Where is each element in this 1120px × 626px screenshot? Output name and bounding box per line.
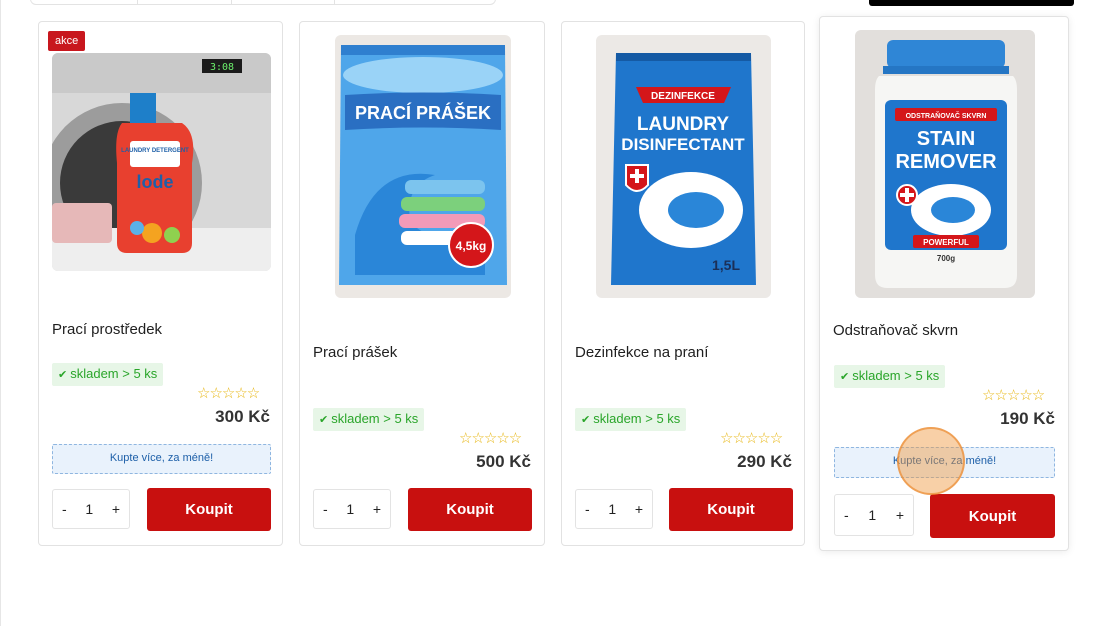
svg-text:1,5L: 1,5L <box>712 257 740 273</box>
product-card[interactable]: 3:08 LAUNDRY DETERGENT lode akce Prací p… <box>38 21 283 546</box>
qty-minus-button[interactable]: - <box>585 501 590 517</box>
product-title[interactable]: Dezinfekce na praní <box>575 344 708 361</box>
left-border <box>0 0 1 626</box>
svg-text:lode: lode <box>136 172 173 192</box>
product-card[interactable]: PRACÍ PRÁŠEK 4,5kg Prací prášek ✔ skladem… <box>299 21 545 546</box>
rating-stars[interactable]: ☆☆☆☆☆ <box>720 429 783 447</box>
sale-badge: akce <box>48 31 86 51</box>
svg-text:REMOVER: REMOVER <box>895 151 997 173</box>
stock-badge: ✔ skladem > 5 ks <box>834 365 946 388</box>
svg-text:LAUNDRY: LAUNDRY <box>637 114 730 135</box>
rating-stars[interactable]: ☆☆☆☆☆ <box>982 386 1045 404</box>
product-image[interactable]: ODSTRAŇOVAČ SKVRN STAIN REMOVER POWERFUL… <box>855 30 1035 298</box>
svg-text:STAIN: STAIN <box>917 128 976 150</box>
product-price: 290 Kč <box>737 452 792 471</box>
qty-minus-button[interactable]: - <box>62 501 67 517</box>
svg-text:ODSTRAŇOVAČ SKVRN: ODSTRAŇOVAČ SKVRN <box>906 111 987 120</box>
quantity-stepper[interactable]: - 1 + <box>834 494 914 536</box>
check-icon: ✔ <box>840 371 850 383</box>
top-black-bar <box>869 0 1074 6</box>
top-tab-bar <box>30 0 496 5</box>
qty-value[interactable]: 1 <box>346 501 354 517</box>
product-image[interactable]: 3:08 LAUNDRY DETERGENT lode <box>52 53 271 271</box>
quantity-stepper[interactable]: - 1 + <box>52 489 130 529</box>
svg-text:PRACÍ PRÁŠEK: PRACÍ PRÁŠEK <box>355 102 491 123</box>
product-price: 190 Kč <box>1000 409 1055 428</box>
svg-text:LAUNDRY DETERGENT: LAUNDRY DETERGENT <box>121 148 189 154</box>
stock-badge: ✔ skladem > 5 ks <box>575 408 687 431</box>
product-title[interactable]: Prací prostředek <box>52 321 162 338</box>
svg-text:700g: 700g <box>937 254 955 263</box>
check-icon: ✔ <box>581 414 591 426</box>
svg-text:DISINFECTANT: DISINFECTANT <box>621 135 745 154</box>
rating-stars[interactable]: ☆☆☆☆☆ <box>459 429 522 447</box>
qty-plus-button[interactable]: + <box>635 501 643 517</box>
cursor-highlight <box>897 427 965 495</box>
buy-button[interactable]: Koupit <box>408 488 532 531</box>
svg-text:3:08: 3:08 <box>210 62 234 73</box>
product-title[interactable]: Prací prášek <box>313 344 397 361</box>
product-price: 500 Kč <box>476 452 531 471</box>
qty-plus-button[interactable]: + <box>896 507 904 523</box>
check-icon: ✔ <box>58 369 68 381</box>
promo-banner[interactable]: Kupte více, za méně! <box>52 444 271 474</box>
qty-minus-button[interactable]: - <box>844 507 849 523</box>
buy-button[interactable]: Koupit <box>147 488 271 531</box>
stock-badge: ✔ skladem > 5 ks <box>313 408 425 431</box>
product-image[interactable]: PRACÍ PRÁŠEK 4,5kg <box>335 35 511 298</box>
qty-value[interactable]: 1 <box>868 507 876 523</box>
product-image[interactable]: DEZINFEKCE LAUNDRY DISINFECTANT 1,5L <box>596 35 771 298</box>
product-title[interactable]: Odstraňovač skvrn <box>833 322 958 339</box>
qty-minus-button[interactable]: - <box>323 501 328 517</box>
quantity-stepper[interactable]: - 1 + <box>575 489 653 529</box>
check-icon: ✔ <box>319 414 329 426</box>
svg-text:4,5kg: 4,5kg <box>456 239 487 253</box>
qty-value[interactable]: 1 <box>608 501 616 517</box>
qty-plus-button[interactable]: + <box>112 501 120 517</box>
buy-button[interactable]: Koupit <box>930 494 1055 538</box>
product-price: 300 Kč <box>215 407 270 426</box>
qty-plus-button[interactable]: + <box>373 501 381 517</box>
qty-value[interactable]: 1 <box>85 501 93 517</box>
rating-stars[interactable]: ☆☆☆☆☆ <box>197 384 260 402</box>
product-card[interactable]: DEZINFEKCE LAUNDRY DISINFECTANT 1,5L Dez… <box>561 21 805 546</box>
stock-badge: ✔ skladem > 5 ks <box>52 363 164 386</box>
svg-text:POWERFUL: POWERFUL <box>923 238 969 247</box>
svg-text:DEZINFEKCE: DEZINFEKCE <box>651 91 715 102</box>
quantity-stepper[interactable]: - 1 + <box>313 489 391 529</box>
buy-button[interactable]: Koupit <box>669 488 793 531</box>
